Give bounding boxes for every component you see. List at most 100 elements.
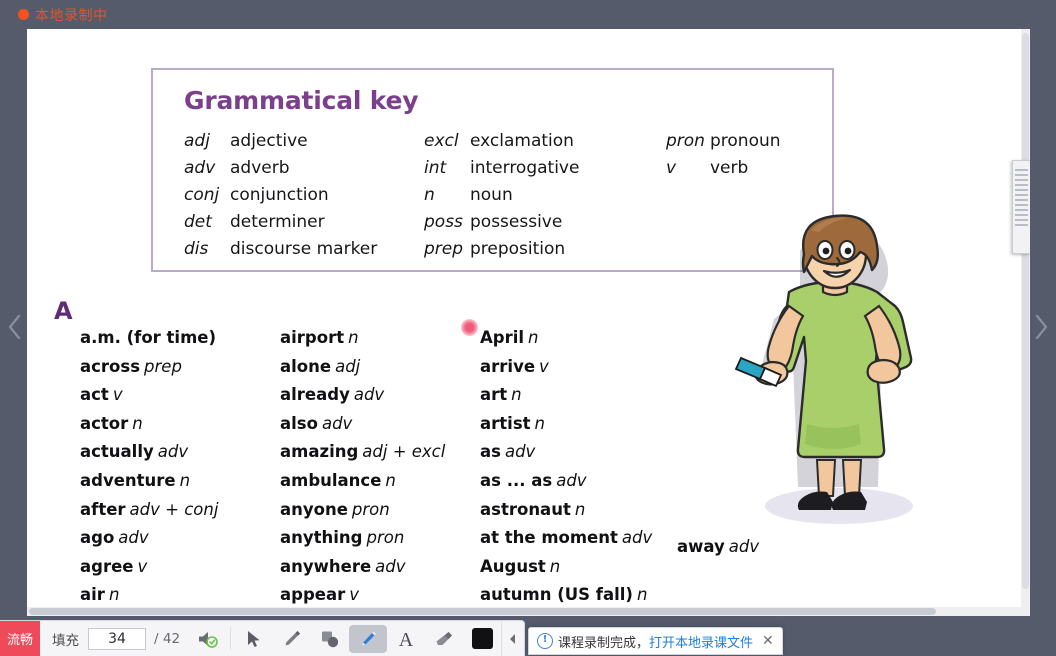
word-entry: appear v	[280, 581, 495, 610]
word-entry: art n	[480, 381, 695, 410]
word-pos: n	[511, 385, 522, 405]
grammatical-key-column-1: adj adjective adv adverb conj conjunctio…	[184, 131, 424, 266]
word-entry: August n	[480, 553, 695, 582]
caption-pos: adv	[728, 537, 760, 556]
ink-annotation-dot	[461, 319, 478, 336]
abbr: n	[424, 185, 435, 205]
toast-message: 课程录制完成，	[558, 635, 650, 651]
word-entry: anything pron	[280, 524, 495, 553]
stream-quality-badge[interactable]: 流畅	[0, 621, 41, 656]
word-pos: v	[112, 385, 123, 405]
definition: pronoun	[710, 131, 781, 151]
slide-viewer[interactable]: Grammatical key adj adjective adv adverb…	[27, 29, 1030, 616]
prev-page-chevron-icon[interactable]	[2, 305, 28, 349]
speaker-glyph	[199, 631, 218, 648]
recording-status-label: 本地录制中	[35, 7, 108, 24]
eraser-icon[interactable]	[425, 621, 463, 656]
shape-icon[interactable]	[311, 621, 349, 656]
eraser-glyph	[436, 631, 453, 645]
caption-word: away	[677, 537, 725, 556]
word-term: alone	[280, 356, 332, 376]
text-icon[interactable]: A	[387, 621, 425, 656]
definition: adverb	[230, 158, 290, 178]
abbr: adv	[184, 158, 216, 178]
grammatical-key-entry: adj adjective	[184, 131, 424, 158]
highlighter-glyph	[362, 631, 377, 645]
grammatical-key-entry: pron pronoun	[666, 131, 846, 158]
color-swatch-button[interactable]	[463, 621, 501, 656]
word-term: autumn (US fall)	[480, 585, 633, 605]
word-entry: anywhere adv	[280, 553, 495, 582]
grammatical-key-column-3: pron pronoun v verb	[666, 131, 846, 185]
word-term: anyone	[280, 499, 348, 519]
shape-glyph	[322, 631, 339, 647]
word-list-column-1: a.m. (for time) across prep act v actor n a…	[80, 324, 295, 610]
grammatical-key-entry: conj conjunction	[184, 185, 424, 212]
page-number-input[interactable]	[88, 627, 147, 650]
word-entry: ambulance n	[280, 467, 495, 496]
current-color-swatch	[471, 628, 493, 649]
fill-mode-label[interactable]: 填充	[40, 621, 88, 656]
next-page-chevron-icon[interactable]	[1028, 305, 1054, 349]
word-term: as ... as	[480, 470, 553, 490]
abbr: v	[666, 158, 677, 178]
close-icon[interactable]: ✕	[762, 633, 774, 649]
word-term: act	[80, 385, 109, 405]
abbr: excl	[424, 131, 459, 151]
word-pos: n	[549, 556, 561, 576]
word-entry: astronaut n	[480, 496, 695, 525]
open-local-file-link[interactable]: 打开本地录课文件	[649, 632, 753, 651]
app-root: 本地录制中 Grammatical key adj adjective adv …	[0, 0, 1056, 656]
word-term: actually	[80, 442, 154, 462]
recording-status-bar: 本地录制中	[0, 0, 1056, 29]
word-pos: v	[539, 356, 549, 376]
audio-icon[interactable]	[188, 621, 226, 656]
word-pos: n	[574, 499, 586, 519]
word-entry: actor n	[80, 410, 295, 439]
word-pos: n	[636, 585, 648, 605]
word-term: agree	[80, 556, 134, 576]
definition: exclamation	[470, 131, 574, 151]
grammatical-key-title: Grammatical key	[184, 86, 419, 115]
word-term: arrive	[480, 356, 536, 376]
word-pos: adj + excl	[362, 442, 446, 462]
abbr: poss	[424, 212, 463, 232]
illustration-caption: away adv	[677, 537, 759, 556]
word-pos: prep	[144, 356, 182, 376]
letter-a-glyph: A	[399, 629, 414, 650]
word-term: actor	[80, 413, 129, 433]
abbr: adj	[184, 131, 210, 151]
woman-illustration-svg	[734, 214, 913, 524]
word-entry: alone adj	[280, 353, 495, 382]
pen-icon[interactable]	[273, 621, 311, 656]
word-entry: ago adv	[80, 524, 295, 553]
word-entry: also adv	[280, 410, 495, 439]
definition: preposition	[470, 239, 566, 259]
word-term: at the moment	[480, 528, 618, 548]
cursor-icon[interactable]	[235, 621, 273, 656]
word-term: already	[280, 385, 350, 405]
word-pos: adv	[621, 528, 653, 548]
word-entry: after adv + conj	[80, 496, 295, 525]
word-term: after	[80, 499, 126, 519]
word-term: across	[80, 356, 141, 376]
grammatical-key-entry: poss possessive	[424, 212, 664, 239]
grammatical-key-column-2: excl exclamation int interrogative n nou…	[424, 131, 664, 266]
horizontal-scrollbar[interactable]	[27, 607, 1030, 616]
word-term: as	[480, 442, 501, 462]
word-list-column-3: April n arrive v art n artist n as adv as ...…	[480, 324, 695, 610]
word-pos: v	[137, 556, 148, 576]
highlighter-icon[interactable]	[349, 624, 388, 653]
slide-thumbnail-panel[interactable]	[1012, 160, 1030, 254]
word-pos: adv	[556, 470, 587, 490]
cursor-glyph	[248, 630, 260, 647]
collapse-toolbar-icon[interactable]	[501, 621, 524, 656]
word-term: a.m. (for time)	[80, 328, 217, 347]
word-pos: pron	[366, 528, 405, 548]
slide-page: Grammatical key adj adjective adv adverb…	[27, 29, 1021, 607]
word-entry: amazing adj + excl	[280, 438, 495, 467]
abbr: int	[424, 158, 447, 178]
horizontal-scrollbar-thumb[interactable]	[29, 608, 936, 615]
definition: adjective	[230, 131, 308, 151]
word-term: air	[80, 585, 105, 605]
